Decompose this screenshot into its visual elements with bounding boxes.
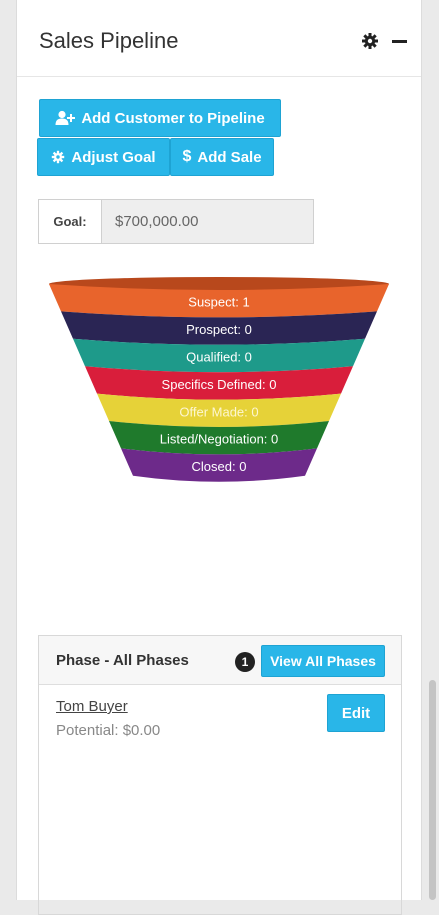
add-customer-label: Add Customer to Pipeline: [81, 109, 265, 127]
minimize-icon[interactable]: [391, 32, 409, 50]
view-all-phases-button[interactable]: View All Phases: [261, 645, 385, 677]
customer-potential: Potential: $0.00: [56, 722, 161, 739]
add-sale-label: Add Sale: [197, 148, 262, 166]
gear-icon: [52, 150, 65, 164]
funnel-stage-label: Qualified: 0: [186, 350, 252, 365]
goal-value: $700,000.00: [102, 200, 313, 243]
customer-count-badge: 1: [235, 652, 255, 672]
panel-header: Sales Pipeline: [17, 0, 421, 77]
funnel-stage-label: Suspect: 1: [188, 295, 249, 310]
edit-customer-button[interactable]: Edit: [327, 694, 385, 732]
customer-name-link[interactable]: Tom Buyer: [56, 698, 128, 715]
funnel-stage-label: Prospect: 0: [186, 322, 252, 337]
goal-label: Goal:: [39, 200, 102, 243]
adjust-goal-label: Adjust Goal: [71, 148, 156, 166]
funnel-stage-label: Specifics Defined: 0: [162, 377, 277, 392]
sales-pipeline-panel: Sales Pipeline Add Customer to Pipeline …: [16, 0, 422, 915]
phase-title: Phase - All Phases: [56, 652, 189, 669]
phase-card: Phase - All Phases 1 View All Phases Tom…: [38, 635, 402, 915]
funnel-stage-label: Offer Made: 0: [179, 404, 258, 419]
add-sale-button[interactable]: $ Add Sale: [170, 138, 274, 176]
funnel-stage-label: Closed: 0: [192, 459, 247, 474]
scrollbar-thumb[interactable]: [429, 680, 436, 900]
pipeline-funnel-chart: Suspect: 1 Prospect: 0 Qualified: 0 Specifi…: [49, 277, 389, 482]
adjust-goal-button[interactable]: Adjust Goal: [37, 138, 170, 176]
panel-title: Sales Pipeline: [39, 28, 179, 53]
phase-card-header: Phase - All Phases 1 View All Phases: [39, 636, 401, 685]
funnel-stage-label: Listed/Negotiation: 0: [160, 432, 279, 447]
gear-icon[interactable]: [361, 32, 379, 50]
goal-field: Goal: $700,000.00: [38, 199, 314, 244]
add-customer-button[interactable]: Add Customer to Pipeline: [39, 99, 281, 137]
user-plus-icon: [55, 110, 76, 125]
dollar-icon: $: [182, 148, 192, 165]
